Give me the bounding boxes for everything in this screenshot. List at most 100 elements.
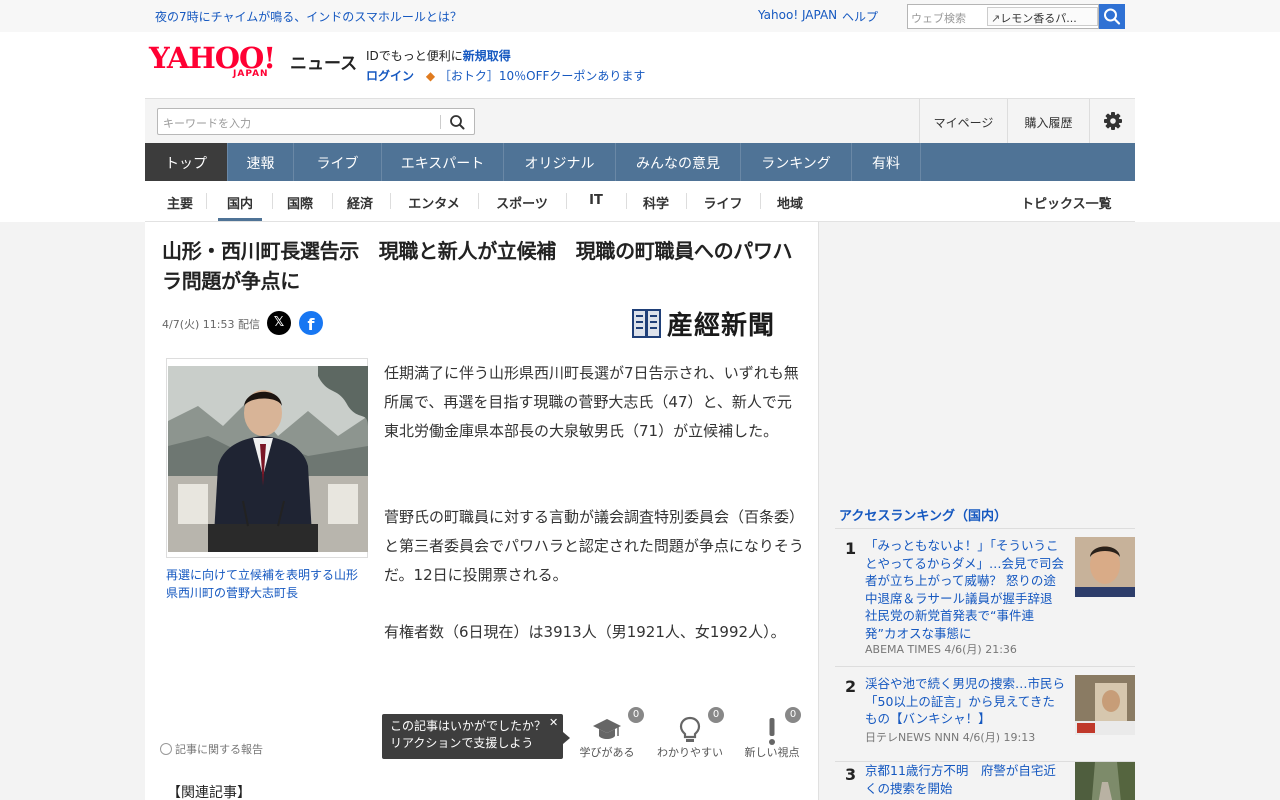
search-divider (440, 115, 441, 129)
access-ranking: アクセスランキング（国内） 1 「みっともないよ！」「そういうことやってるからダ… (835, 500, 1135, 800)
rank-thumbnail[interactable] (1075, 537, 1135, 597)
help-link[interactable]: ヘルプ (842, 8, 878, 25)
nav-original[interactable]: オリジナル (504, 143, 616, 181)
category-divider (686, 193, 687, 209)
photo-caption[interactable]: 再選に向けて立候補を表明する山形県西川町の菅野大志町長 (166, 566, 366, 602)
reaction-label: わかりやすい (657, 746, 723, 759)
coupon-link[interactable]: ［おトク］10％OFFクーポンあります (439, 69, 646, 83)
prohibited-icon (160, 743, 172, 755)
topics-list-link[interactable]: トピックス一覧 (1021, 193, 1112, 212)
ranking-item[interactable]: 3 京都11歳行方不明 府警が自宅近くの捜索を開始 (835, 762, 1135, 800)
share-facebook-icon[interactable]: f (299, 311, 323, 335)
keyword-search-input[interactable]: キーワードを入力 (157, 108, 475, 135)
publish-date: 4/7(火) 11:53 配信 (162, 318, 260, 331)
rank-title[interactable]: 渓谷や池で続く男児の捜索…市民ら「50以上の証言」から見えてきたもの【バンキシャ… (865, 675, 1065, 728)
web-search-suggestion[interactable]: ↗レモン香るパ... (987, 7, 1098, 26)
purchase-history-link[interactable]: 購入履歴 (1007, 99, 1089, 144)
nav-paid[interactable]: 有料 (852, 143, 921, 181)
article-paragraph: 菅野氏の町職員に対する言動が議会調査特別委員会（百条委）と第三者委員会でパワハラ… (384, 508, 805, 584)
category-divider (760, 193, 761, 209)
ranking-item[interactable]: 1 「みっともないよ！」「そういうことやってるからダメ」…会見で司会者が立ち上が… (835, 537, 1135, 667)
reaction-new-view-button[interactable]: 0 新しい視点 (732, 707, 812, 762)
share-x-icon[interactable]: 𝕏 (267, 311, 291, 335)
reaction-clear-button[interactable]: 0 わかりやすい (650, 707, 730, 762)
keyword-placeholder: キーワードを入力 (163, 117, 251, 130)
category-science[interactable]: 科学 (636, 193, 676, 212)
article: 山形・西川町長選告示 現職と新人が立候補 現職の町職員へのパワハラ問題が争点に … (145, 222, 819, 800)
nav-breaking[interactable]: 速報 (228, 143, 294, 181)
reaction-learn-button[interactable]: 0 学びがある (567, 707, 647, 762)
tooltip-line1: この記事はいかがでしたか？ (390, 719, 547, 733)
site-header: YAHOO! JAPAN ニュース IDでもっと便利に新規取得 ログイン ◆ ［… (145, 32, 1135, 98)
register-link[interactable]: 新規取得 (463, 49, 511, 63)
source-logo-text[interactable]: 産經新聞 (667, 305, 775, 342)
report-label: 記事に関する報告 (175, 743, 263, 756)
rank-title[interactable]: 京都11歳行方不明 府警が自宅近くの捜索を開始 (865, 762, 1065, 797)
settings-button[interactable] (1089, 99, 1135, 144)
rank-number: 1 (845, 539, 857, 558)
web-search-input[interactable]: ウェブ検索 ↗レモン香るパ... (907, 4, 1099, 29)
news-search-bar: キーワードを入力 マイページ 購入履歴 (145, 98, 1135, 144)
login-link[interactable]: ログイン (366, 69, 414, 83)
category-international[interactable]: 国際 (280, 193, 320, 212)
article-headline: 山形・西川町長選告示 現職と新人が立候補 現職の町職員へのパワハラ問題が争点に (162, 239, 793, 293)
news-video-thumbnail-image (1075, 675, 1135, 735)
active-category-indicator (218, 218, 262, 221)
top-headline-link[interactable]: 夜の7時にチャイムが鳴る、インドのスマホルールとは？ (155, 8, 462, 25)
category-it[interactable]: IT (575, 193, 617, 208)
reaction-tooltip: この記事はいかがでしたか？ リアクションで支援しよう ✕ (382, 714, 563, 759)
forest-road-thumbnail-image (1075, 762, 1135, 800)
reaction-label: 学びがある (579, 746, 635, 759)
rank-thumbnail[interactable] (1075, 675, 1135, 735)
lightbulb-icon (679, 716, 701, 742)
rank-thumbnail[interactable] (1075, 762, 1135, 800)
category-region[interactable]: 地域 (770, 193, 810, 212)
search-icon (450, 115, 465, 130)
nav-live[interactable]: ライブ (294, 143, 382, 181)
category-main[interactable]: 主要 (160, 193, 200, 212)
category-entertainment[interactable]: エンタメ (400, 193, 468, 212)
ranking-item[interactable]: 2 渓谷や池で続く男児の捜索…市民ら「50以上の証言」から見えてきたもの【バンキ… (835, 667, 1135, 762)
rank-meta: 日テレNEWS NNN 4/6(月) 19:13 (865, 731, 1036, 744)
nav-opinions[interactable]: みんなの意見 (616, 143, 741, 181)
web-search-button[interactable] (1099, 4, 1125, 29)
category-divider (566, 193, 567, 209)
web-suggest-text: レモン香るパ... (1000, 12, 1077, 25)
yahoo-japan-link[interactable]: Yahoo! JAPAN (758, 8, 837, 22)
keyword-search-button[interactable] (445, 112, 469, 132)
report-article-link[interactable]: 記事に関する報告 (160, 741, 263, 757)
id-promo: IDでもっと便利に新規取得 (366, 47, 511, 64)
article-photo[interactable] (166, 358, 368, 558)
related-articles-heading: 【関連記事】 (167, 785, 251, 800)
source-logo-mark[interactable] (632, 309, 661, 338)
category-economy[interactable]: 経済 (340, 193, 380, 212)
promo-text: IDでもっと便利に (366, 49, 463, 63)
nav-ranking[interactable]: ランキング (741, 143, 852, 181)
reaction-count: 0 (785, 707, 801, 723)
category-sports[interactable]: スポーツ (488, 193, 556, 212)
rank-title[interactable]: 「みっともないよ！」「そういうことやってるからダメ」…会見で司会者が立ち上がって… (865, 537, 1065, 642)
close-icon[interactable]: ✕ (549, 714, 558, 731)
person-at-podium-image (168, 366, 368, 552)
nav-top[interactable]: トップ (145, 143, 228, 181)
coupon-tag-icon: ◆ (425, 69, 436, 83)
category-divider (206, 193, 207, 209)
ranking-title[interactable]: アクセスランキング（国内） (839, 505, 1007, 524)
trend-arrow-icon: ↗ (991, 12, 1001, 25)
photo-image (168, 366, 368, 552)
newspaper-logo-icon (634, 311, 659, 336)
news-logo-text[interactable]: ニュース (290, 49, 357, 74)
tooltip-line2: リアクションで支援しよう (390, 736, 534, 750)
reaction-count: 0 (628, 707, 644, 723)
rank-number: 2 (845, 677, 857, 696)
nav-expert[interactable]: エキスパート (382, 143, 504, 181)
web-search-placeholder: ウェブ検索 (911, 12, 966, 25)
reaction-count: 0 (708, 707, 724, 723)
article-paragraph: 有権者数（6日現在）は3913人（男1921人、女1992人）。 (384, 623, 786, 641)
reaction-label: 新しい視点 (744, 746, 800, 759)
category-domestic[interactable]: 国内 (220, 193, 260, 212)
category-life[interactable]: ライフ (696, 193, 750, 212)
graduation-cap-icon (593, 719, 621, 739)
category-nav: 主要 国内 国際 経済 エンタメ スポーツ IT 科学 ライフ 地域 トピックス… (145, 181, 1135, 222)
mypage-link[interactable]: マイページ (919, 99, 1007, 144)
